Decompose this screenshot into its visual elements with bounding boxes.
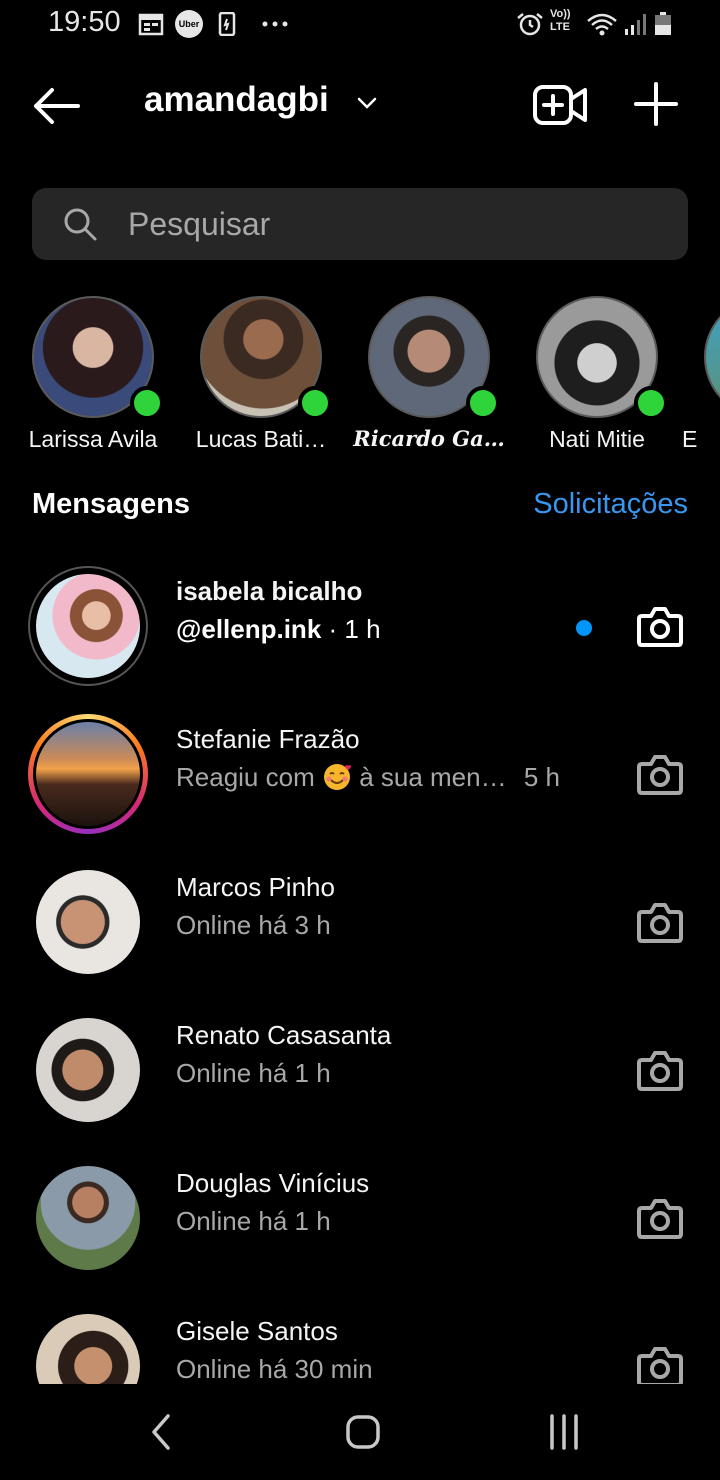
avatar [36,1314,140,1384]
conversation-name: Stefanie Frazão [176,724,360,754]
preview-text: @ellenp.ink [176,614,322,644]
status-bar: 19:50 Uber Vo)) LTE [0,0,720,48]
search-input[interactable] [128,202,648,246]
conversation-name: isabela bicalho [176,576,363,606]
conversation-name: Gisele Santos [176,1316,338,1346]
conversation-row[interactable]: Stefanie Frazão Reagiu com à sua men… 5 … [0,702,720,850]
conversation-row[interactable]: Gisele Santos Online há 30 min [0,1294,720,1384]
conversation-preview: Online há 3 h [176,910,331,940]
wifi-icon [587,13,617,36]
conversation-preview: Online há 1 h [176,1206,331,1236]
system-nav-bar [0,1384,720,1480]
nav-back-icon[interactable] [138,1408,186,1456]
camera-icon[interactable] [636,900,684,944]
phone-notification-icon [218,12,236,36]
preview-text: Reagiu com [176,762,322,792]
uber-icon: Uber [175,10,203,38]
battery-icon [655,12,671,35]
avatar [36,1166,140,1270]
camera-icon[interactable] [636,1048,684,1092]
signal-icon [625,14,646,35]
smiling-face-with-hearts-icon [323,764,351,790]
messages-heading: Mensagens [32,488,190,520]
story-name: Nati Mitie [549,426,645,452]
nav-home-icon[interactable] [339,1408,387,1456]
conversation-row[interactable]: Douglas Vinícius Online há 1 h [0,1146,720,1294]
preview-text-suffix: à sua men… [351,762,507,792]
chevron-down-icon[interactable] [356,92,378,114]
volte-icon: Vo)) LTE [550,8,571,33]
conversation-preview: Online há 30 min [176,1354,373,1384]
camera-icon[interactable] [636,1196,684,1240]
online-indicator [466,386,500,420]
video-call-icon[interactable] [532,82,588,128]
requests-link[interactable]: Solicitações [533,488,688,521]
story-item[interactable]: Larissa Avila [10,296,180,466]
conversation-row[interactable]: Renato Casasanta Online há 1 h [0,998,720,1146]
plus-icon[interactable] [632,80,680,128]
online-indicator [298,386,332,420]
conversation-row[interactable]: isabela bicalho @ellenp.ink · 1 h [0,554,720,702]
back-arrow-icon[interactable] [30,84,82,128]
story-name: E [682,426,698,452]
online-indicator [634,386,668,420]
story-name: Lucas Bati… [195,426,327,452]
conversation-row[interactable]: Marcos Pinho Online há 3 h [0,850,720,998]
camera-icon[interactable] [636,1344,684,1384]
conversation-name: Douglas Vinícius [176,1168,370,1198]
uber-icon-text: Uber [178,19,200,29]
story-name: Larissa Avila [28,426,158,452]
conversation-name: Renato Casasanta [176,1020,392,1050]
calendar-icon [138,13,164,36]
avatar [36,722,140,826]
avatar [36,870,140,974]
nav-recents-icon[interactable] [540,1408,588,1456]
story-item[interactable]: Nati Mitie [514,296,684,466]
story-item[interactable]: Ricardo Ga… [346,296,516,466]
more-dots-icon [262,21,288,27]
camera-icon[interactable] [636,752,684,796]
online-indicator [130,386,164,420]
search-icon [64,208,97,241]
unread-indicator [576,620,592,636]
alarm-icon [517,13,543,36]
conversation-preview: Online há 1 h [176,1058,331,1088]
conversation-preview: Reagiu com à sua men… 5 h [176,762,560,793]
story-item[interactable]: E [682,296,720,466]
conversation-preview: @ellenp.ink · 1 h [176,614,381,645]
conversation-name: Marcos Pinho [176,872,335,902]
conversation-time: · 1 h [321,614,381,644]
status-time: 19:50 [48,6,121,38]
avatar [36,1018,140,1122]
avatar [36,574,140,678]
story-item[interactable]: Lucas Bati… [178,296,348,466]
avatar [704,296,720,418]
camera-icon[interactable] [636,604,684,648]
account-name[interactable]: amandagbi [144,80,329,120]
conversation-time: 5 h [523,762,560,792]
story-name: Ricardo Ga… [353,426,505,451]
